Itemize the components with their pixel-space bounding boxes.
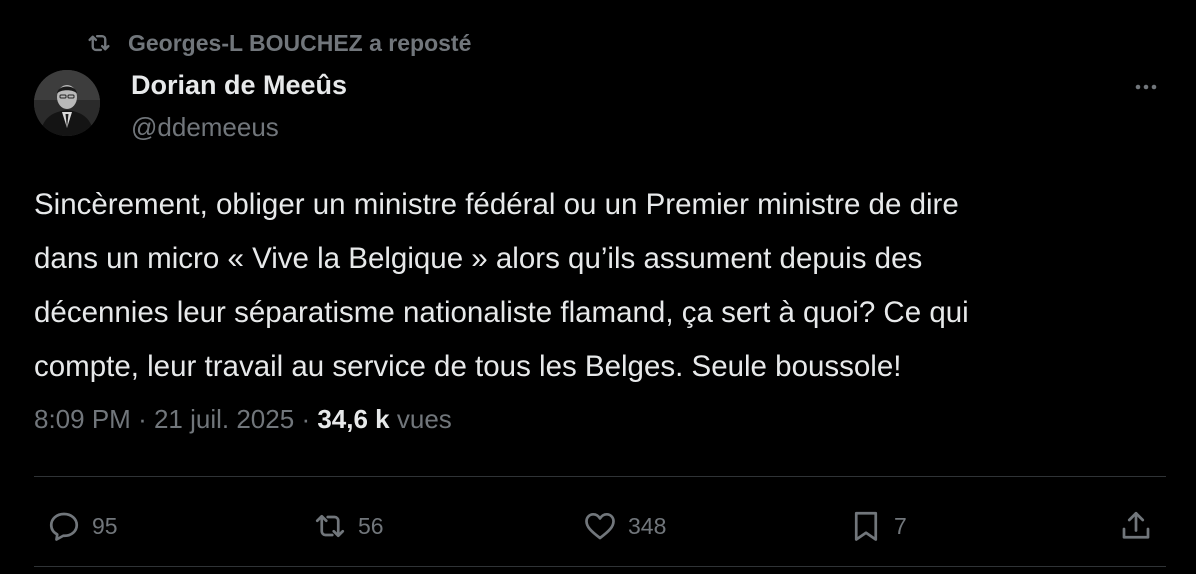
tweet-text-line: décennies leur séparatisme nationaliste … [34, 296, 969, 329]
repost-text: Georges-L BOUCHEZ a reposté [128, 29, 472, 56]
share-button[interactable] [1118, 500, 1154, 552]
views-count: 34,6 k [317, 404, 390, 434]
tweet-text-line: compte, leur travail au service de tous … [34, 350, 902, 383]
meta-separator: · [138, 404, 147, 434]
divider [34, 476, 1166, 477]
repost-button[interactable]: 56 [312, 500, 384, 552]
repost-icon [315, 514, 345, 538]
avatar[interactable] [34, 70, 100, 136]
repost-count: 56 [358, 512, 384, 539]
divider [34, 566, 1166, 567]
bookmark-count: 7 [894, 512, 907, 539]
bookmark-icon [854, 511, 878, 541]
action-bar: 95 56 348 7 [0, 500, 1196, 552]
reply-icon [49, 512, 79, 541]
views-label: vues [396, 404, 452, 434]
tweet-text-line: Sincèrement, obliger un ministre fédéral… [34, 188, 959, 221]
author-handle[interactable]: @ddemeeus [131, 112, 279, 143]
share-icon [1122, 511, 1150, 539]
like-button[interactable]: 348 [582, 500, 666, 552]
reply-count: 95 [92, 512, 118, 539]
author-name[interactable]: Dorian de Meeûs [131, 70, 347, 101]
more-horizontal-icon [1135, 84, 1157, 90]
tweet-metadata: 8:09 PM · 21 juil. 2025 · 34,6 k vues [34, 404, 452, 435]
heart-icon [585, 512, 615, 540]
repost-indicator[interactable]: Georges-L BOUCHEZ a reposté [84, 28, 471, 58]
bookmark-button[interactable]: 7 [848, 500, 907, 552]
like-count: 348 [628, 512, 667, 539]
reply-button[interactable]: 95 [46, 500, 118, 552]
meta-separator: · [301, 404, 311, 434]
tweet-text: Sincèrement, obliger un ministre fédéral… [34, 178, 1164, 394]
repost-icon [88, 34, 110, 52]
tweet-text-line: dans un micro « Vive la Belgique » alors… [34, 242, 923, 275]
tweet-time[interactable]: 8:09 PM [34, 404, 131, 434]
tweet-date[interactable]: 21 juil. 2025 [154, 404, 294, 434]
more-options-button[interactable] [1128, 72, 1164, 102]
